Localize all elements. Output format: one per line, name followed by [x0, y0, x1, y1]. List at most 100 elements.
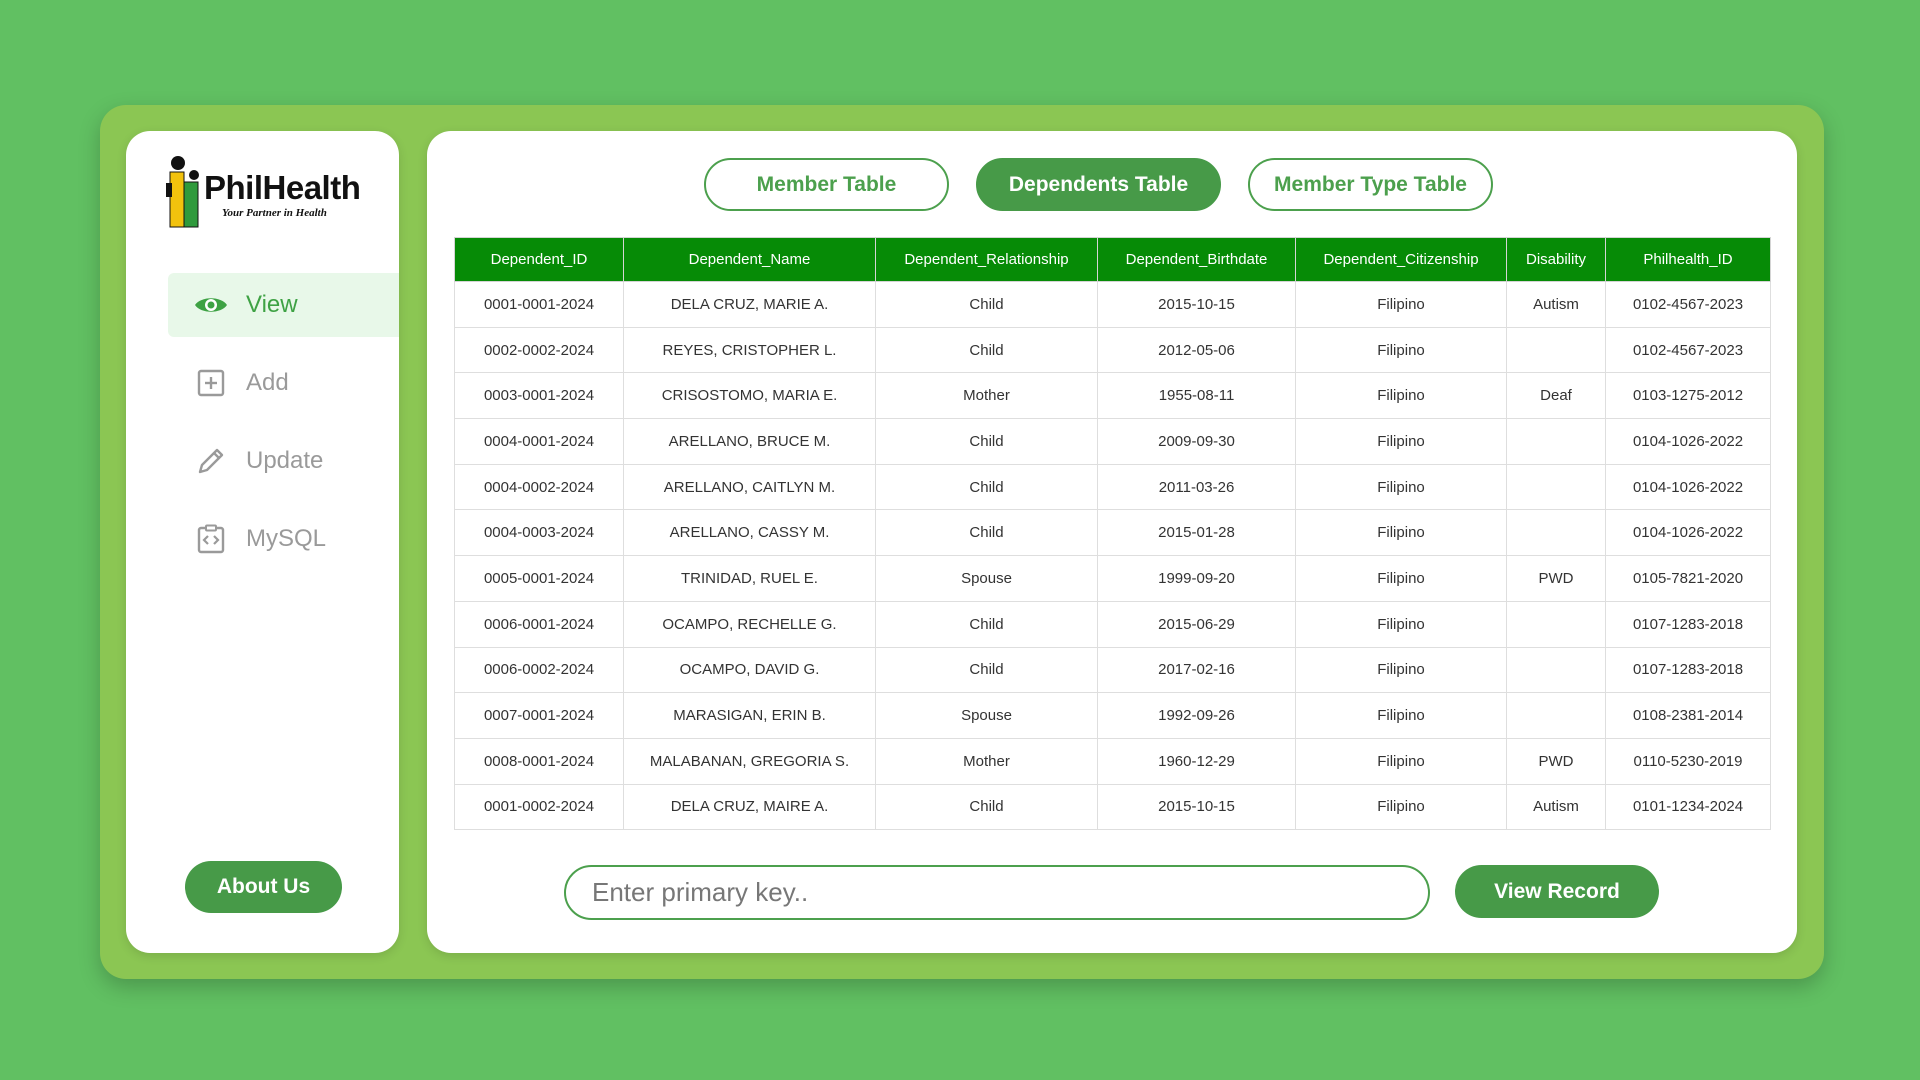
- table-cell: MALABANAN, GREGORIA S.: [623, 737, 876, 785]
- primary-key-input[interactable]: [564, 865, 1430, 920]
- logo-mark-icon: [166, 156, 199, 228]
- column-header: Dependent_Name: [623, 237, 876, 282]
- tab-member-type-table[interactable]: Member Type Table: [1248, 158, 1493, 211]
- table-cell: REYES, CRISTOPHER L.: [623, 326, 876, 374]
- table-cell: 0007-0001-2024: [454, 692, 624, 739]
- sidebar-item-label: MySQL: [246, 525, 327, 552]
- table-row[interactable]: 0008-0001-2024 MALABANAN, GREGORIA S. Moth…: [454, 737, 1771, 785]
- table-cell: 0003-0001-2024: [454, 372, 624, 420]
- table-row[interactable]: 0001-0001-2024 DELA CRUZ, MARIE A. Child 20…: [454, 281, 1771, 328]
- dependents-table-container: Dependent_ID Dependent_Name Dependent_Rela…: [454, 237, 1771, 831]
- tab-dependents-table[interactable]: Dependents Table: [976, 158, 1221, 211]
- column-header: Dependent_Citizenship: [1295, 237, 1507, 282]
- table-cell: Filipino: [1295, 692, 1507, 739]
- table-cell: 1992-09-26: [1097, 692, 1296, 739]
- table-cell: ARELLANO, CASSY M.: [623, 509, 876, 557]
- table-row[interactable]: 0006-0001-2024 OCAMPO, RECHELLE G. Child 20…: [454, 600, 1771, 648]
- table-cell: Filipino: [1295, 418, 1507, 465]
- table-cell: 0005-0001-2024: [454, 555, 624, 602]
- main-panel: Member Table Dependents Table Member Typ…: [427, 131, 1797, 953]
- table-cell: 0002-0002-2024: [454, 326, 624, 374]
- philhealth-logo: PhilHealth Your Partner in Health: [166, 155, 366, 233]
- brand-tagline: Your Partner in Health: [222, 207, 327, 219]
- table-cell: 0104-1026-2022: [1605, 509, 1771, 557]
- table-cell: Filipino: [1295, 372, 1507, 420]
- table-row[interactable]: 0007-0001-2024 MARASIGAN, ERIN B. Spouse 19…: [454, 692, 1771, 739]
- table-cell: 0101-1234-2024: [1605, 783, 1771, 831]
- column-header: Dependent_Relationship: [875, 237, 1098, 282]
- table-cell: DELA CRUZ, MARIE A.: [623, 281, 876, 328]
- table-cell: Autism: [1506, 281, 1606, 328]
- sidebar-item-update[interactable]: Update: [168, 429, 399, 493]
- table-cell: 2017-02-16: [1097, 646, 1296, 694]
- table-row[interactable]: 0004-0001-2024 ARELLANO, BRUCE M. Child 200…: [454, 418, 1771, 465]
- table-row[interactable]: 0004-0003-2024 ARELLANO, CASSY M. Child 201…: [454, 509, 1771, 557]
- table-row[interactable]: 0003-0001-2024 CRISOSTOMO, MARIA E. Mother…: [454, 372, 1771, 420]
- table-row[interactable]: 0005-0001-2024 TRINIDAD, RUEL E. Spouse 199…: [454, 555, 1771, 602]
- brand-name: PhilHealth: [204, 169, 361, 206]
- table-cell: 2009-09-30: [1097, 418, 1296, 465]
- table-cell: 0102-4567-2023: [1605, 326, 1771, 374]
- table-cell: [1506, 509, 1606, 557]
- table-cell: [1506, 600, 1606, 648]
- table-cell: 1960-12-29: [1097, 737, 1296, 785]
- eye-icon: [194, 288, 228, 322]
- sidebar: PhilHealth Your Partner in Health View A…: [126, 131, 399, 953]
- table-cell: 0004-0003-2024: [454, 509, 624, 557]
- pencil-icon: [194, 444, 228, 478]
- sidebar-item-label: Add: [246, 369, 289, 396]
- table-cell: Autism: [1506, 783, 1606, 831]
- table-cell: ARELLANO, CAITLYN M.: [623, 463, 876, 511]
- table-cell: 2015-01-28: [1097, 509, 1296, 557]
- table-cell: Child: [875, 783, 1098, 831]
- table-cell: [1506, 463, 1606, 511]
- table-cell: Mother: [875, 737, 1098, 785]
- table-cell: 2011-03-26: [1097, 463, 1296, 511]
- table-cell: PWD: [1506, 555, 1606, 602]
- sidebar-item-view[interactable]: View: [168, 273, 399, 337]
- table-body: 0001-0001-2024 DELA CRUZ, MARIE A. Child 20…: [454, 281, 1771, 831]
- column-header: Disability: [1506, 237, 1606, 282]
- table-cell: 0001-0002-2024: [454, 783, 624, 831]
- table-cell: 1955-08-11: [1097, 372, 1296, 420]
- table-cell: MARASIGAN, ERIN B.: [623, 692, 876, 739]
- table-cell: PWD: [1506, 737, 1606, 785]
- table-row[interactable]: 0006-0002-2024 OCAMPO, DAVID G. Child 2017-…: [454, 646, 1771, 694]
- table-cell: Filipino: [1295, 555, 1507, 602]
- table-cell: Child: [875, 509, 1098, 557]
- table-tabs: Member Table Dependents Table Member Typ…: [704, 158, 1520, 211]
- dependents-table: Dependent_ID Dependent_Name Dependent_Rela…: [454, 237, 1771, 831]
- table-cell: 0006-0001-2024: [454, 600, 624, 648]
- table-cell: 0004-0002-2024: [454, 463, 624, 511]
- table-cell: ARELLANO, BRUCE M.: [623, 418, 876, 465]
- table-cell: 0102-4567-2023: [1605, 281, 1771, 328]
- table-cell: 0108-2381-2014: [1605, 692, 1771, 739]
- table-cell: Child: [875, 281, 1098, 328]
- table-cell: [1506, 326, 1606, 374]
- table-cell: Filipino: [1295, 281, 1507, 328]
- table-cell: 0001-0001-2024: [454, 281, 624, 328]
- sidebar-item-mysql[interactable]: MySQL: [168, 507, 399, 571]
- table-row[interactable]: 0004-0002-2024 ARELLANO, CAITLYN M. Child 2…: [454, 463, 1771, 511]
- table-cell: 0004-0001-2024: [454, 418, 624, 465]
- sidebar-item-label: View: [246, 291, 298, 318]
- table-cell: 2015-06-29: [1097, 600, 1296, 648]
- table-row[interactable]: 0002-0002-2024 REYES, CRISTOPHER L. Child 2…: [454, 326, 1771, 374]
- tab-member-table[interactable]: Member Table: [704, 158, 949, 211]
- table-cell: Filipino: [1295, 326, 1507, 374]
- table-cell: 0104-1026-2022: [1605, 418, 1771, 465]
- table-cell: 2012-05-06: [1097, 326, 1296, 374]
- sidebar-item-add[interactable]: Add: [168, 351, 399, 415]
- column-header: Philhealth_ID: [1605, 237, 1771, 282]
- table-cell: CRISOSTOMO, MARIA E.: [623, 372, 876, 420]
- about-us-button[interactable]: About Us: [185, 861, 342, 913]
- table-cell: TRINIDAD, RUEL E.: [623, 555, 876, 602]
- table-cell: Child: [875, 463, 1098, 511]
- table-cell: Filipino: [1295, 783, 1507, 831]
- code-clipboard-icon: [194, 522, 228, 556]
- table-cell: 0105-7821-2020: [1605, 555, 1771, 602]
- table-cell: Child: [875, 600, 1098, 648]
- view-record-button[interactable]: View Record: [1455, 865, 1659, 918]
- table-row[interactable]: 0001-0002-2024 DELA CRUZ, MAIRE A. Child 20…: [454, 783, 1771, 831]
- table-cell: [1506, 692, 1606, 739]
